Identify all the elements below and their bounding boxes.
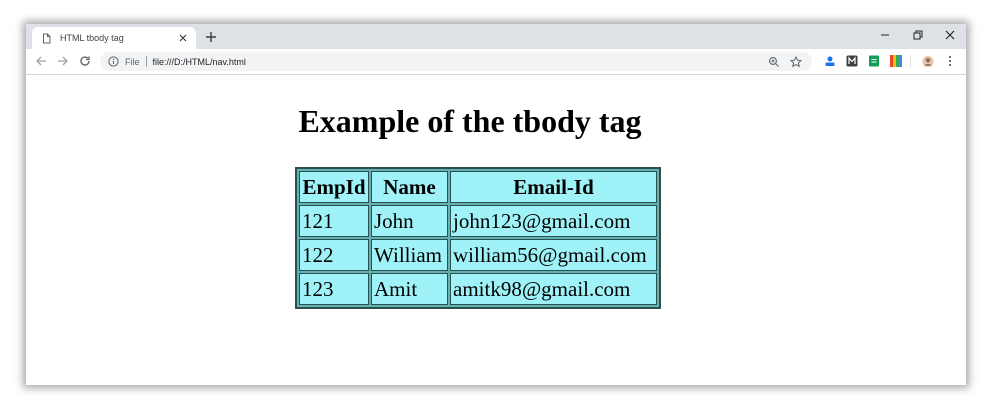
restore-icon[interactable] — [911, 28, 925, 42]
table-cell: John — [371, 205, 448, 237]
toolbar-divider — [910, 55, 911, 67]
table-row: 122 William william56@gmail.com — [299, 239, 657, 271]
menu-dots-icon[interactable] — [944, 55, 956, 67]
browser-tab[interactable]: HTML tbody tag — [32, 27, 196, 49]
column-header: Name — [371, 171, 448, 203]
page-content: Example of the tbody tag EmpId Name Emai… — [26, 75, 966, 385]
table-cell: william56@gmail.com — [450, 239, 657, 271]
back-icon[interactable] — [34, 54, 48, 68]
m-icon[interactable] — [846, 55, 858, 67]
address-scheme: File — [125, 56, 140, 67]
table-cell: William — [371, 239, 448, 271]
column-header: Email-Id — [450, 171, 657, 203]
minimize-icon[interactable] — [878, 28, 892, 42]
forward-icon[interactable] — [56, 54, 70, 68]
employee-table: EmpId Name Email-Id 121 John john123@gma… — [295, 167, 661, 309]
table-row: 123 Amit amitk98@gmail.com — [299, 273, 657, 305]
table-row: 121 John john123@gmail.com — [299, 205, 657, 237]
avatar-icon[interactable] — [922, 55, 934, 67]
color-bars-icon[interactable] — [890, 55, 902, 67]
green-sheet-icon[interactable] — [868, 55, 880, 67]
table-cell: 121 — [299, 205, 369, 237]
column-header: EmpId — [299, 171, 369, 203]
page-heading: Example of the tbody tag — [298, 103, 642, 139]
address-divider — [145, 56, 147, 67]
page-icon — [41, 33, 52, 44]
table-cell: john123@gmail.com — [450, 205, 657, 237]
close-tab-icon[interactable] — [178, 33, 188, 43]
browser-toolbar: File file:///D:/HTML/nav.html — [26, 49, 966, 75]
tab-strip: HTML tbody tag — [26, 24, 966, 49]
table-cell: amitk98@gmail.com — [450, 273, 657, 305]
address-bar[interactable]: File file:///D:/HTML/nav.html — [100, 52, 812, 71]
table-cell: 122 — [299, 239, 369, 271]
address-url[interactable]: file:///D:/HTML/nav.html — [153, 57, 768, 67]
info-icon[interactable] — [108, 56, 119, 67]
zoom-icon[interactable] — [768, 56, 780, 68]
close-window-icon[interactable] — [943, 28, 957, 42]
account-icon[interactable] — [824, 55, 836, 67]
reload-icon[interactable] — [78, 54, 92, 68]
bookmark-star-icon[interactable] — [790, 55, 802, 68]
table-cell: Amit — [371, 273, 448, 305]
table-header-row: EmpId Name Email-Id — [299, 171, 657, 203]
browser-window: HTML tbody tag File file:///D:/HTML/nav.… — [26, 24, 966, 385]
new-tab-icon[interactable] — [204, 30, 218, 44]
table-cell: 123 — [299, 273, 369, 305]
tab-title: HTML tbody tag — [60, 33, 124, 43]
